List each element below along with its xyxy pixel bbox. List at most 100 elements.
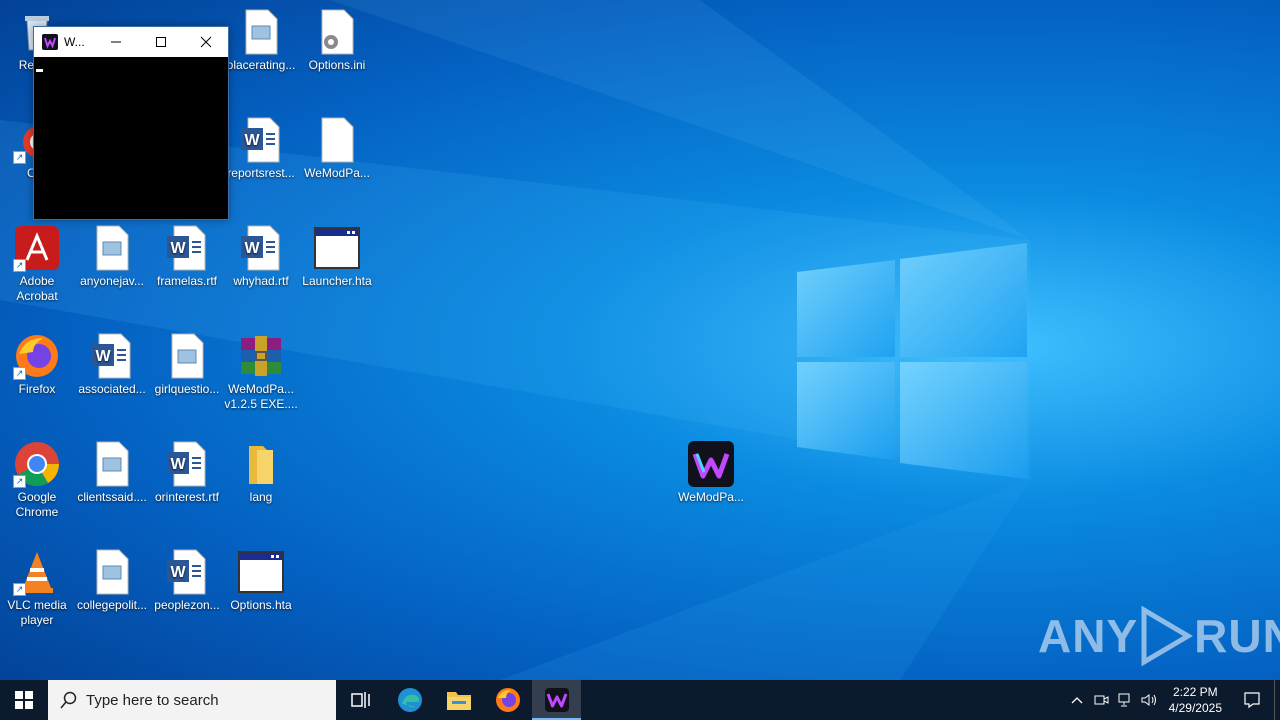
- edge-icon: [397, 688, 422, 712]
- svg-text:W: W: [170, 456, 186, 473]
- wemodpa-file[interactable]: WeModPa...: [300, 116, 374, 181]
- svg-text:W: W: [244, 132, 260, 149]
- wemodpa-file-label: WeModPa...: [304, 166, 370, 180]
- hta-application-icon: [313, 224, 361, 272]
- image-file-icon: [88, 440, 136, 488]
- start-button[interactable]: [0, 680, 48, 720]
- options-ini-label: Options.ini: [308, 58, 366, 72]
- hta-application-icon: [237, 548, 285, 596]
- reportsrest-file[interactable]: W reportsrest...: [224, 116, 298, 181]
- options-hta-file[interactable]: Options.hta: [224, 548, 298, 613]
- maximize-button[interactable]: [138, 27, 183, 57]
- whyhad-label: whyhad.rtf: [233, 274, 289, 288]
- show-hidden-icons-button[interactable]: [1065, 680, 1089, 720]
- peoplezon-label: peoplezon...: [154, 598, 220, 612]
- firefox-icon: ↗: [13, 332, 61, 380]
- word-document-icon: W: [88, 332, 136, 380]
- chrome-icon: ↗: [13, 440, 61, 488]
- wemodpa-archive[interactable]: WeModPa... v1.2.5 EXE....: [224, 332, 298, 412]
- minimize-icon: [110, 41, 121, 43]
- close-icon: [200, 36, 211, 48]
- clientssaid-file[interactable]: clientssaid....: [75, 440, 149, 505]
- search-placeholder: Type here to search: [86, 691, 219, 709]
- close-button[interactable]: [183, 27, 228, 57]
- adobe-acrobat-icon: ↗: [13, 224, 61, 272]
- word-document-icon: W: [163, 440, 211, 488]
- vlc-icon: ↗: [13, 548, 61, 596]
- task-view-button[interactable]: [336, 680, 385, 720]
- wemodpa-exe-label: WeModPa...: [678, 490, 744, 504]
- play-triangle-icon: [1141, 606, 1194, 666]
- firefox-icon: [495, 688, 520, 712]
- taskbar-wemod[interactable]: [532, 680, 581, 720]
- file-explorer-icon: [446, 692, 471, 710]
- action-center-button[interactable]: [1230, 680, 1274, 720]
- console-window[interactable]: W...: [33, 26, 229, 220]
- framelas-file[interactable]: W framelas.rtf: [150, 224, 224, 289]
- clientssaid-label: clientssaid....: [77, 490, 147, 504]
- clock-time: 2:22 PM: [1172, 685, 1218, 699]
- associated-file[interactable]: W associated...: [75, 332, 149, 397]
- clock[interactable]: 2:22 PM 4/29/2025: [1161, 684, 1230, 716]
- firefox-label: Firefox: [18, 382, 56, 396]
- adobe-acrobat-shortcut[interactable]: ↗ Adobe Acrobat: [0, 224, 74, 304]
- volume-button[interactable]: [1137, 680, 1161, 720]
- placerating-label: placerating...: [226, 58, 296, 72]
- word-document-icon: W: [237, 116, 285, 164]
- google-chrome-label: Google Chrome: [15, 490, 59, 519]
- google-chrome-shortcut[interactable]: ↗ Google Chrome: [0, 440, 74, 520]
- system-tray: 2:22 PM 4/29/2025: [1065, 680, 1280, 720]
- placerating-file[interactable]: placerating...: [224, 8, 298, 73]
- show-desktop-button[interactable]: [1274, 680, 1280, 720]
- girlquestio-file[interactable]: girlquestio...: [150, 332, 224, 397]
- windows-logo-icon: [15, 691, 33, 709]
- options-ini-file[interactable]: Options.ini: [300, 8, 374, 73]
- image-file-icon: [237, 8, 285, 56]
- lang-folder[interactable]: lang: [224, 440, 298, 505]
- svg-text:W: W: [244, 240, 260, 257]
- options-hta-label: Options.hta: [230, 598, 292, 612]
- image-file-icon: [88, 224, 136, 272]
- launcher-hta-file[interactable]: Launcher.hta: [300, 224, 374, 289]
- notification-icon: [1244, 692, 1260, 709]
- meet-now-button[interactable]: [1089, 680, 1113, 720]
- search-box[interactable]: Type here to search: [48, 680, 336, 720]
- collegepolit-file[interactable]: collegepolit...: [75, 548, 149, 613]
- wemod-app-icon: [42, 34, 58, 50]
- console-titlebar[interactable]: W...: [34, 27, 228, 57]
- watermark-text-right: RUN: [1194, 610, 1280, 662]
- firefox-shortcut[interactable]: ↗ Firefox: [0, 332, 74, 397]
- vlc-shortcut[interactable]: ↗ VLC media player: [0, 548, 74, 628]
- settings-file-icon: [313, 8, 361, 56]
- wemodpa-exe[interactable]: WeModPa...: [674, 440, 748, 505]
- image-file-icon: [163, 332, 211, 380]
- associated-label: associated...: [78, 382, 146, 396]
- orinterest-file[interactable]: W orinterest.rtf: [150, 440, 224, 505]
- wemodpa-archive-label: WeModPa... v1.2.5 EXE....: [224, 382, 298, 411]
- word-document-icon: W: [163, 224, 211, 272]
- folder-icon: [237, 440, 285, 488]
- console-title: W...: [64, 35, 85, 49]
- taskbar-file-explorer[interactable]: [434, 680, 483, 720]
- anyonejav-label: anyonejav...: [80, 274, 144, 288]
- orinterest-label: orinterest.rtf: [154, 490, 220, 504]
- chevron-up-icon: [1071, 697, 1083, 704]
- svg-text:W: W: [170, 240, 186, 257]
- word-document-icon: W: [237, 224, 285, 272]
- anyrun-watermark: ANY RUN: [1038, 606, 1280, 666]
- anyonejav-file[interactable]: anyonejav...: [75, 224, 149, 289]
- peoplezon-file[interactable]: W peoplezon...: [150, 548, 224, 613]
- launcher-hta-label: Launcher.hta: [302, 274, 372, 288]
- taskbar-firefox[interactable]: [483, 680, 532, 720]
- vlc-label: VLC media player: [7, 598, 67, 627]
- whyhad-file[interactable]: W whyhad.rtf: [224, 224, 298, 289]
- maximize-icon: [155, 37, 166, 47]
- wemod-icon: [544, 688, 569, 712]
- minimize-button[interactable]: [93, 27, 138, 57]
- network-button[interactable]: [1113, 680, 1137, 720]
- collegepolit-label: collegepolit...: [76, 598, 148, 612]
- winrar-archive-icon: [237, 332, 285, 380]
- speaker-icon: [1141, 694, 1156, 706]
- svg-text:W: W: [95, 348, 111, 365]
- taskbar-edge[interactable]: [385, 680, 434, 720]
